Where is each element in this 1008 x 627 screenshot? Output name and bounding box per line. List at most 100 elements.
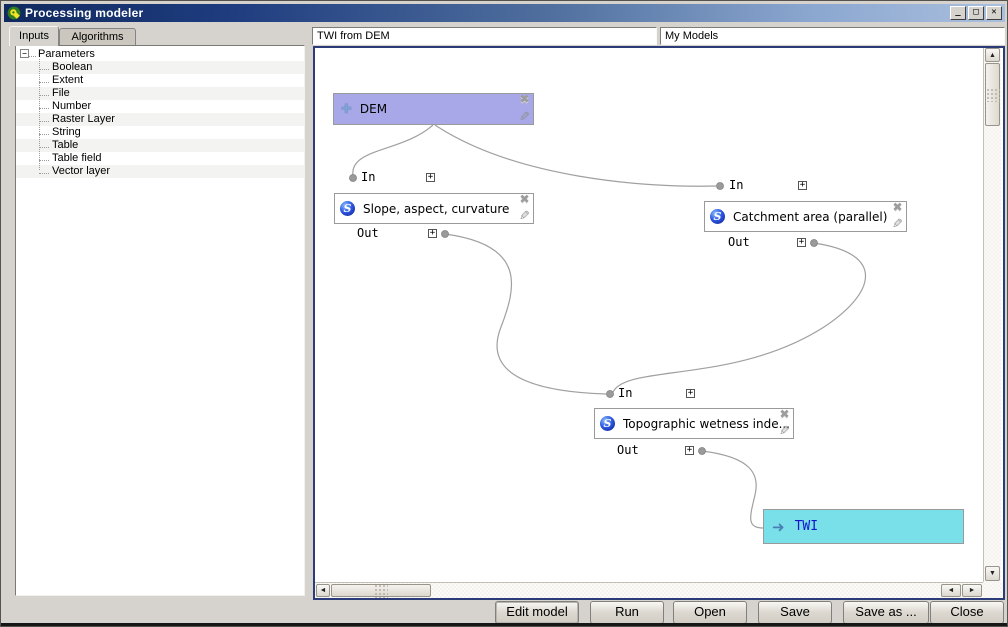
scroll-left-icon[interactable]: ◄ <box>941 584 961 597</box>
tree-stub <box>39 129 49 135</box>
edit-node-icon[interactable]: ✎ <box>519 111 530 124</box>
algorithm-node-slope-aspect-curvature[interactable]: S Slope, aspect, curvature ✖ ✎ <box>334 193 534 224</box>
edit-node-icon[interactable]: ✎ <box>892 218 903 231</box>
delete-node-icon[interactable]: ✖ <box>520 193 530 206</box>
add-input-icon: ✚ <box>341 102 352 117</box>
output-arrow-icon: ➜ <box>772 518 785 536</box>
tree-item-table[interactable]: Table <box>16 139 304 152</box>
expand-out-ports-icon[interactable]: + <box>685 446 694 455</box>
horizontal-scrollbar[interactable]: ◄ ◄ ► <box>315 582 983 598</box>
tree-stub <box>39 77 49 83</box>
tree-stub <box>39 103 49 109</box>
close-button-icon[interactable]: ✕ <box>986 6 1002 20</box>
save-as-button[interactable]: Save as ... <box>843 601 929 624</box>
open-button[interactable]: Open <box>673 601 747 624</box>
tree-item-label: Boolean <box>52 61 92 73</box>
tree-stub <box>39 168 49 174</box>
tree-item-label: Extent <box>52 74 83 86</box>
tree-item-number[interactable]: Number <box>16 100 304 113</box>
tree-dots <box>29 51 36 57</box>
expand-in-ports-icon[interactable]: + <box>798 181 807 190</box>
delete-node-icon[interactable]: ✖ <box>780 408 790 421</box>
edit-model-help-button[interactable]: Edit model help <box>495 601 579 624</box>
tree-stub <box>39 64 49 70</box>
inputs-tree-panel: −Parameters Boolean Extent File Number R… <box>15 45 305 596</box>
port-in-label: In <box>361 171 375 184</box>
expand-out-ports-icon[interactable]: + <box>797 238 806 247</box>
port-out-label: Out <box>357 227 379 240</box>
saga-algorithm-icon: S <box>710 209 725 224</box>
tree-item-raster-layer[interactable]: Raster Layer <box>16 113 304 126</box>
scroll-left-icon[interactable]: ◄ <box>316 584 330 597</box>
tree-stub <box>39 90 49 96</box>
node-label: Catchment area (parallel) <box>733 210 887 224</box>
connection-wires <box>315 48 983 582</box>
minimize-button-icon[interactable]: _ <box>950 6 966 20</box>
node-label: Slope, aspect, curvature <box>363 202 509 216</box>
tab-inputs[interactable]: Inputs <box>9 26 59 46</box>
tree-item-extent[interactable]: Extent <box>16 74 304 87</box>
expand-out-ports-icon[interactable]: + <box>428 229 437 238</box>
scroll-right-icon[interactable]: ► <box>962 584 982 597</box>
edit-node-icon[interactable]: ✎ <box>779 425 790 438</box>
tree-item-label: String <box>52 126 81 138</box>
tree-item-label: Raster Layer <box>52 113 115 125</box>
window-title: Processing modeler <box>25 6 143 20</box>
delete-node-icon[interactable]: ✖ <box>893 201 903 214</box>
run-button[interactable]: Run <box>590 601 664 624</box>
tree-stub <box>39 116 49 122</box>
edit-node-icon[interactable]: ✎ <box>519 210 530 223</box>
tree-item-boolean[interactable]: Boolean <box>16 61 304 74</box>
close-button[interactable]: Close <box>930 601 1004 624</box>
thumb-grip <box>374 584 388 598</box>
window-bottom-edge <box>1 623 1007 626</box>
port-out-label: Out <box>728 236 750 249</box>
save-button[interactable]: Save <box>758 601 832 624</box>
tree-item-string[interactable]: String <box>16 126 304 139</box>
algorithm-node-topographic-wetness-index[interactable]: S Topographic wetness inde... ✖ ✎ <box>594 408 794 439</box>
tree-stub <box>39 142 49 148</box>
algorithm-node-catchment-area[interactable]: S Catchment area (parallel) ✖ ✎ <box>704 201 907 232</box>
tree-item-table-field[interactable]: Table field <box>16 152 304 165</box>
scroll-up-icon[interactable]: ▲ <box>985 48 1000 62</box>
saga-algorithm-icon: S <box>600 416 615 431</box>
delete-node-icon[interactable]: ✖ <box>520 93 530 106</box>
scroll-down-icon[interactable]: ▼ <box>985 566 1000 581</box>
scrollbar-corner <box>983 582 1003 598</box>
tree-root-parameters[interactable]: −Parameters <box>16 48 304 61</box>
horizontal-scroll-thumb[interactable] <box>331 584 431 597</box>
tree-item-vector-layer[interactable]: Vector layer <box>16 165 304 178</box>
tree-item-file[interactable]: File <box>16 87 304 100</box>
parameters-tree: −Parameters Boolean Extent File Number R… <box>16 46 304 178</box>
tree-item-label: File <box>52 87 70 99</box>
model-node-dem[interactable]: ✚ DEM ✖ ✎ <box>333 93 534 125</box>
processing-modeler-window: Processing modeler _ □ ✕ Inputs Algorith… <box>0 0 1008 627</box>
tree-item-label: Number <box>52 100 91 112</box>
tree-item-label: Table <box>52 139 78 151</box>
vertical-scrollbar[interactable]: ▲ ▼ <box>983 48 1001 582</box>
node-label: Topographic wetness inde... <box>623 417 790 431</box>
node-label: TWI <box>795 519 818 534</box>
port-in-label: In <box>618 387 632 400</box>
port-in-label: In <box>729 179 743 192</box>
tree-item-label: Vector layer <box>52 165 110 177</box>
tab-algorithms[interactable]: Algorithms <box>59 28 136 46</box>
maximize-button-icon[interactable]: □ <box>968 6 984 20</box>
model-group-input[interactable]: My Models <box>660 27 1005 45</box>
node-label: DEM <box>360 102 387 116</box>
tree-stub <box>39 155 49 161</box>
tree-root-label: Parameters <box>38 48 95 60</box>
title-bar[interactable]: Processing modeler _ □ ✕ <box>4 4 1005 22</box>
collapse-icon[interactable]: − <box>20 49 29 58</box>
model-canvas[interactable]: ✚ DEM ✖ ✎ In + S Slope, aspect, curvatur… <box>313 46 1005 600</box>
vertical-scroll-thumb[interactable] <box>985 63 1000 126</box>
qgis-app-icon <box>7 6 21 20</box>
port-out-label: Out <box>617 444 639 457</box>
expand-in-ports-icon[interactable]: + <box>426 173 435 182</box>
saga-algorithm-icon: S <box>340 201 355 216</box>
thumb-grip <box>986 88 1000 102</box>
model-node-twi-output[interactable]: ➜ TWI <box>763 509 964 544</box>
tree-branch-line <box>39 59 40 170</box>
model-name-input[interactable]: TWI from DEM <box>312 27 657 45</box>
expand-in-ports-icon[interactable]: + <box>686 389 695 398</box>
